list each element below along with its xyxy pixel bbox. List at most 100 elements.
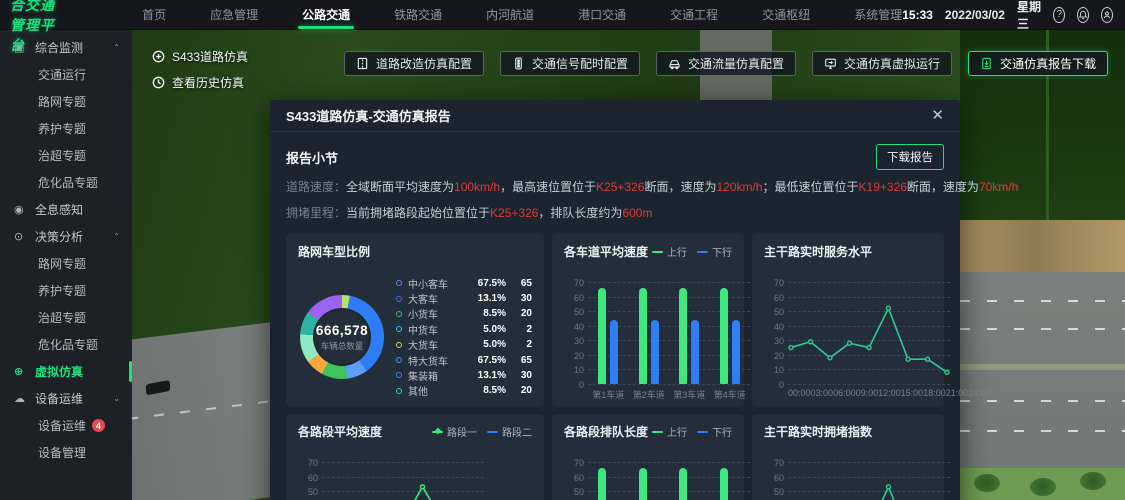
modal-header: S433道路仿真-交通仿真报告 ✕: [270, 100, 960, 132]
sidebar-item-14[interactable]: 设备运维4: [0, 412, 132, 439]
chevron-up-icon: ⌃: [113, 43, 120, 52]
chart-body: 01020304050607000:0003:0006:0009:0012:00…: [764, 268, 932, 406]
clock-time: 15:33: [902, 8, 933, 22]
vehicle-type-donut: 666,578车辆总数量: [300, 295, 384, 379]
simulation-toolbar: 道路改造仿真配置 交通信号配时配置 交通流量仿真配置 交通仿真虚拟运行 交通仿真报告下载: [344, 51, 1108, 76]
sidebar-item-10[interactable]: 治超专题: [0, 304, 132, 331]
donut-legend-row: 集装箱13.1%30: [396, 369, 532, 381]
sidebar-item-15[interactable]: 设备管理: [0, 439, 132, 466]
sidebar-item-2[interactable]: 路网专题: [0, 88, 132, 115]
bell-icon[interactable]: [1077, 7, 1089, 23]
toolbar-button-2[interactable]: 交通流量仿真配置: [656, 51, 796, 76]
sidebar-item-7[interactable]: ⊙决策分析⌃: [0, 223, 132, 250]
report-summary: 道路速度：全域断面平均速度为100km/h，最高速位置位于K25+326断面，速…: [270, 174, 960, 226]
notification-badge: 4: [92, 419, 105, 432]
monitor-icon: [824, 57, 837, 70]
sidebar-item-label: 危化品专题: [38, 174, 98, 191]
nav-right: 15:33 2022/03/02 星期三 ?: [902, 0, 1125, 32]
map-car: [146, 380, 171, 395]
charts-grid: 路网车型比例 666,578车辆总数量中小客车67.5%65 大客车13.1%30…: [270, 226, 960, 500]
sidebar-item-label: 设备运维: [35, 390, 83, 407]
chart-segment-queue-length: 各路段排队长度 010203040506070 上行下行: [552, 414, 744, 500]
sidebar-item-label: 养护专题: [38, 282, 86, 299]
history-simulation-label: 查看历史仿真: [172, 74, 244, 91]
map-road-bottom-left: [128, 320, 288, 500]
nav-item-5[interactable]: 港口交通: [578, 0, 626, 30]
chart-vehicle-type-ratio: 路网车型比例 666,578车辆总数量中小客车67.5%65 大客车13.1%30…: [286, 234, 544, 406]
nav-item-1[interactable]: 应急管理: [210, 0, 258, 30]
donut-legend-row: 小货车8.5%20: [396, 308, 532, 320]
chart-body: 666,578车辆总数量中小客车67.5%65 大客车13.1%30 小货车8.5%…: [298, 268, 532, 406]
toolbar-button-label: 道路改造仿真配置: [376, 55, 472, 72]
chart-title: 主干路实时服务水平: [764, 243, 932, 260]
nav-items: 首页 应急管理 公路交通 铁路交通 内河航道 港口交通 交通工程 交通枢纽 系统管理: [142, 0, 902, 30]
sidebar-item-5[interactable]: 危化品专题: [0, 169, 132, 196]
summary-line-1: 拥堵里程：当前拥堵路段起始位置位于K25+326，排队长度约为600m: [270, 200, 960, 226]
simulation-point-button[interactable]: S433道路仿真: [152, 48, 248, 65]
sidebar-item-label: 全息感知: [35, 201, 83, 218]
toolbar-button-1[interactable]: 交通信号配时配置: [500, 51, 640, 76]
sidebar-item-label: 路网专题: [38, 255, 86, 272]
chart-legend: 路段一路段二: [432, 424, 532, 439]
nav-item-7[interactable]: 交通枢纽: [762, 0, 810, 30]
device-icon: ☁: [14, 392, 27, 405]
toolbar-button-label: 交通信号配时配置: [532, 55, 628, 72]
user-icon[interactable]: [1101, 7, 1113, 23]
donut-legend-row: 其他8.5%20: [396, 385, 532, 397]
sidebar-item-3[interactable]: 养护专题: [0, 115, 132, 142]
clock-weekday: 星期三: [1017, 0, 1042, 32]
sidebar-item-label: 治超专题: [38, 309, 86, 326]
help-icon[interactable]: ?: [1053, 7, 1065, 23]
donut-legend-row: 特大货车67.5%65: [396, 354, 532, 366]
donut-legend-row: 大货车5.0%2: [396, 339, 532, 351]
simulation-point-label: S433道路仿真: [172, 48, 248, 65]
donut-legend-row: 大客车13.1%30: [396, 292, 532, 304]
toolbar-button-0[interactable]: 道路改造仿真配置: [344, 51, 484, 76]
chart-title: 路网车型比例: [298, 243, 532, 260]
traffic-light-icon: [512, 57, 525, 70]
plus-circle-icon: [152, 50, 165, 63]
report-section-row: 报告小节 下载报告: [270, 132, 960, 174]
clock-date: 2022/03/02: [945, 8, 1005, 22]
app-logo: 启东综合交通管理平台: [10, 0, 64, 55]
sidebar-item-4[interactable]: 治超专题: [0, 142, 132, 169]
chart-legend: 上行下行: [652, 424, 732, 439]
chart-title: 主干路实时拥堵指数: [764, 423, 932, 440]
sidebar-item-label: 设备管理: [38, 444, 86, 461]
nav-item-6[interactable]: 交通工程: [670, 0, 718, 30]
sidebar-item-6[interactable]: ◉全息感知: [0, 196, 132, 223]
nav-item-2[interactable]: 公路交通: [302, 0, 350, 30]
sidebar-item-1[interactable]: 交通运行: [0, 61, 132, 88]
chart-congestion-index: 主干路实时拥堵指数 010203040506070: [752, 414, 944, 500]
chart-segment-average-speed: 各路段平均速度 010203040506070 路段一路段二: [286, 414, 544, 500]
nav-item-4[interactable]: 内河航道: [486, 0, 534, 30]
toolbar-button-label: 交通仿真报告下载: [1000, 55, 1096, 72]
chart-body: 010203040506070: [564, 448, 732, 500]
sidebar-item-label: 决策分析: [35, 228, 83, 245]
sidebar-item-label: 养护专题: [38, 120, 86, 137]
toolbar-button-4[interactable]: 交通仿真报告下载: [968, 51, 1108, 76]
history-simulation-button[interactable]: 查看历史仿真: [152, 74, 248, 91]
sidebar-item-label: 路网专题: [38, 93, 86, 110]
road-icon: [356, 57, 369, 70]
toolbar-button-3[interactable]: 交通仿真虚拟运行: [812, 51, 952, 76]
sidebar-item-8[interactable]: 路网专题: [0, 250, 132, 277]
toolbar-button-label: 交通流量仿真配置: [688, 55, 784, 72]
donut-legend-row: 中小客车67.5%65: [396, 277, 532, 289]
nav-item-8[interactable]: 系统管理: [854, 0, 902, 30]
summary-line-0: 道路速度：全域断面平均速度为100km/h，最高速位置位于K25+326断面，速…: [270, 174, 960, 200]
sidebar-item-13[interactable]: ☁设备运维⌄: [0, 385, 132, 412]
map-grass: [960, 468, 1125, 500]
app-screen: 启东综合交通管理平台 首页 应急管理 公路交通 铁路交通 内河航道 港口交通 交通工程 交通枢…: [0, 0, 1125, 500]
sidebar-item-12[interactable]: ⊕虚拟仿真: [0, 358, 132, 385]
sidebar-item-11[interactable]: 危化品专题: [0, 331, 132, 358]
sidebar-item-label: 危化品专题: [38, 336, 98, 353]
chart-body: 010203040506070第1车道第2车道第3车道第4车道: [564, 268, 732, 406]
nav-item-0[interactable]: 首页: [142, 0, 166, 30]
report-modal: S433道路仿真-交通仿真报告 ✕ 报告小节 下载报告 道路速度：全域断面平均速…: [270, 100, 960, 500]
sidebar: ▣综合监测⌃交通运行路网专题养护专题治超专题危化品专题◉全息感知⊙决策分析⌃路网…: [0, 30, 132, 500]
nav-item-3[interactable]: 铁路交通: [394, 0, 442, 30]
sidebar-item-9[interactable]: 养护专题: [0, 277, 132, 304]
download-report-button[interactable]: 下载报告: [876, 144, 944, 170]
close-icon[interactable]: ✕: [931, 108, 944, 123]
